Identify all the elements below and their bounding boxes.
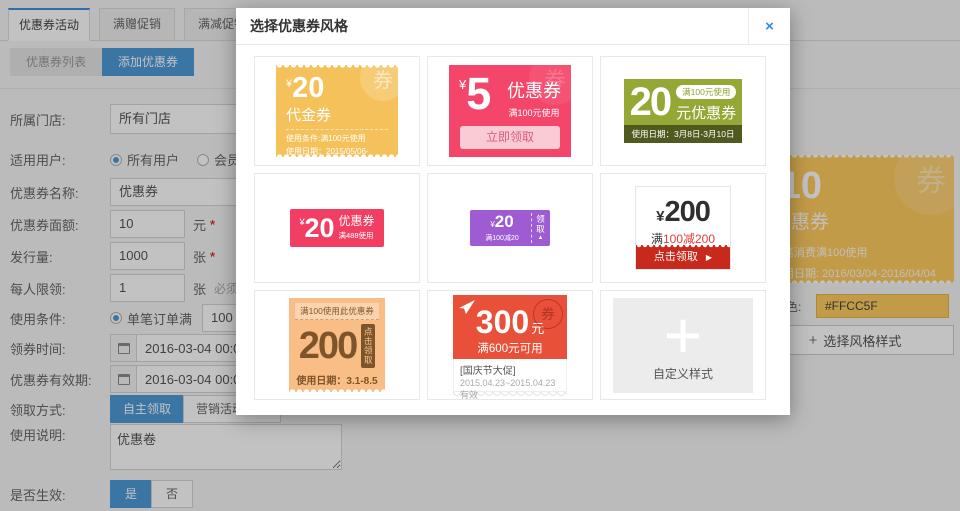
- coupon-style-green[interactable]: 20 满100元使用 元优惠券 使用日期：3月8日-3月10日: [600, 56, 766, 166]
- coupon-style-pink-claim[interactable]: 券 ¥5 优惠券 满100元使用 立即领取: [427, 56, 593, 166]
- coupon-art: 券 ¥5 优惠券 满100元使用 立即领取: [449, 65, 571, 157]
- arrow-up-icon: ▲: [538, 235, 544, 241]
- coupon-art: 20 满100元使用 元优惠券 使用日期：3月8日-3月10日: [624, 79, 742, 143]
- coupon-style-white-red[interactable]: ¥200 满100减200 点击领取▶: [600, 173, 766, 283]
- coupon-art: ¥200 满100减200 点击领取▶: [635, 186, 731, 270]
- coupon-style-peach[interactable]: 满100使用此优惠券 200 点击领取 使用日期：3.1-8.5: [254, 290, 420, 400]
- coupon-art: ¥20 满100减20 领取 ▲: [470, 210, 550, 246]
- quan-stamp-icon: 券: [533, 299, 563, 329]
- coupon-style-custom[interactable]: + 自定义样式: [600, 290, 766, 400]
- plus-icon: +: [664, 309, 703, 361]
- close-icon[interactable]: ×: [748, 8, 790, 45]
- coupon-art: 券 ¥20 代金券 使用条件:满100元使用 使用日期：2015/05/06-0…: [276, 65, 398, 157]
- click-claim-button: 点击领取▶: [636, 245, 730, 269]
- paper-plane-icon: [458, 300, 476, 320]
- coupon-style-modal: 选择优惠券风格 × 券 ¥20 代金券 使用条件:满100元使用 使用日期：20…: [236, 8, 790, 415]
- claim-now-button: 立即领取: [460, 126, 560, 149]
- coupon-style-grid: 券 ¥20 代金券 使用条件:满100元使用 使用日期：2015/05/06-0…: [236, 45, 790, 411]
- modal-header: 选择优惠券风格 ×: [236, 8, 790, 45]
- screen: 优惠券活动 满赠促销 满减促销 抢购促销 优惠券列表 添加优惠券 所属门店: 所…: [0, 0, 960, 511]
- coupon-style-yellow-cash[interactable]: 券 ¥20 代金券 使用条件:满100元使用 使用日期：2015/05/06-0…: [254, 56, 420, 166]
- click-claim-badge: 点击领取: [361, 324, 375, 368]
- coupon-style-purple[interactable]: ¥20 满100减20 领取 ▲: [427, 173, 593, 283]
- coupon-art: 券 300元 满600元可用 [国庆节大促] 2015.04.23~2015.0…: [453, 295, 567, 396]
- coupon-style-pink-band[interactable]: ¥20 优惠券 满488使用: [254, 173, 420, 283]
- modal-title: 选择优惠券风格: [236, 16, 348, 36]
- coupon-art: 满100使用此优惠券 200 点击领取 使用日期：3.1-8.5: [289, 298, 385, 392]
- arrow-right-icon: ▶: [706, 253, 712, 262]
- coupon-style-red-orange[interactable]: 券 300元 满600元可用 [国庆节大促] 2015.04.23~2015.0…: [427, 290, 593, 400]
- coupon-art: ¥20 优惠券 满488使用: [290, 209, 384, 247]
- coupon-art: + 自定义样式: [613, 298, 753, 393]
